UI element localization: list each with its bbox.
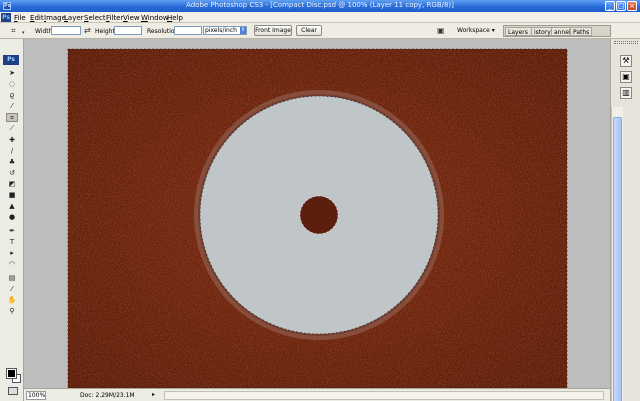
toolbox: Ps ➤ ◌ ϱ ⁄ ⌗ ⟋ ✚ ∕ ♣ ↺ ◩ ■ ▲ ● ✒ T ▸ ◠ ▤… <box>0 39 24 401</box>
slice-tool-icon[interactable]: ⟋ <box>6 124 18 133</box>
history-brush-tool-icon[interactable]: ↺ <box>6 169 18 178</box>
zoom-level-field[interactable]: 100% <box>26 391 46 400</box>
minimize-button[interactable]: _ <box>605 1 615 11</box>
blur-tool-icon[interactable]: ▲ <box>6 202 18 211</box>
menu-view-label: iew <box>127 14 140 22</box>
zoom-tool-icon[interactable]: ⚲ <box>6 307 18 316</box>
crop-tool-preset-icon[interactable]: ⌗ <box>11 27 16 35</box>
menu-edit-label: dit <box>34 14 44 22</box>
bridge-icon[interactable]: ▣ <box>437 27 445 35</box>
toolbox-header: Ps <box>3 55 19 65</box>
resolution-input[interactable] <box>174 26 202 35</box>
ps-logo: Ps <box>1 13 11 22</box>
menu-help[interactable]: Help <box>167 14 183 22</box>
menu-bar: Ps File Edit Image Layer Select Filter V… <box>0 12 640 23</box>
maximize-button[interactable]: □ <box>616 1 626 11</box>
move-tool-icon[interactable]: ➤ <box>6 69 18 78</box>
document-window <box>24 39 610 388</box>
menu-filter[interactable]: Filter <box>106 14 123 22</box>
navigator-panel-icon[interactable]: ▣ <box>620 71 632 83</box>
canvas-artwork[interactable] <box>24 39 610 388</box>
select-arrow-icon: ⇕ <box>240 27 246 34</box>
menu-layer-label: ayer <box>67 14 84 22</box>
pen-tool-icon[interactable]: ✒ <box>6 227 18 236</box>
window-title: Adobe Photoshop CS3 - [Compact Disc.psd … <box>186 1 454 9</box>
magic-wand-tool-icon[interactable]: ⁄ <box>6 102 18 111</box>
menu-help-label: elp <box>172 14 183 22</box>
menu-file[interactable]: File <box>14 14 26 22</box>
title-bar: Ps Adobe Photoshop CS3 - [Compact Disc.p… <box>0 0 640 12</box>
workspace-menu[interactable]: Workspace ▾ <box>457 27 495 34</box>
front-image-button[interactable]: Front Image <box>254 25 292 36</box>
tools-panel-icon[interactable]: ⚒ <box>620 55 632 67</box>
vertical-scroll-thumb[interactable] <box>613 117 622 401</box>
foreground-color-swatch[interactable] <box>6 368 17 379</box>
preset-dropdown-icon[interactable]: ▾ <box>22 29 25 37</box>
quick-mask-icon[interactable] <box>8 387 18 395</box>
palette-well: Layers × istory annels Paths <box>503 25 611 37</box>
status-bar: 100% Doc: 2.29M/23.1M ▸ <box>24 388 610 401</box>
eyedropper-tool-icon[interactable]: ⁄ <box>6 285 18 294</box>
healing-brush-tool-icon[interactable]: ✚ <box>6 136 18 145</box>
tab-paths[interactable]: Paths <box>570 27 593 36</box>
right-dock: ⚒ ▣ ▥ <box>610 39 640 401</box>
shape-tool-icon[interactable]: ◠ <box>6 260 18 269</box>
menu-select[interactable]: Select <box>84 14 106 22</box>
type-tool-icon[interactable]: T <box>6 238 18 247</box>
height-input[interactable] <box>114 26 142 35</box>
menu-window[interactable]: Window <box>141 14 169 22</box>
marquee-tool-icon[interactable]: ◌ <box>6 80 18 89</box>
resolution-unit-select[interactable]: pixels/inch ⇕ <box>203 26 247 35</box>
gradient-tool-icon[interactable]: ■ <box>6 191 18 200</box>
clear-button[interactable]: Clear <box>296 25 322 36</box>
status-menu-arrow[interactable]: ▸ <box>152 391 155 398</box>
dodge-tool-icon[interactable]: ● <box>6 213 18 222</box>
resolution-unit-value: pixels/inch <box>205 27 237 34</box>
close-button[interactable]: × <box>627 1 637 11</box>
eraser-tool-icon[interactable]: ◩ <box>6 180 18 189</box>
menu-filter-label: ilter <box>109 14 124 22</box>
menu-image-label: mage <box>46 14 66 22</box>
menu-window-accel: W <box>141 14 148 22</box>
menu-file-label: ile <box>17 14 26 22</box>
document-size: Doc: 2.29M/23.1M <box>80 392 135 399</box>
clone-stamp-tool-icon[interactable]: ♣ <box>6 158 18 167</box>
vertical-scrollbar[interactable] <box>611 107 623 401</box>
dock-grip[interactable] <box>614 41 638 44</box>
horizontal-scrollbar[interactable] <box>164 391 604 400</box>
width-input[interactable] <box>51 26 81 35</box>
brush-tool-icon[interactable]: ∕ <box>6 147 18 156</box>
info-panel-icon[interactable]: ▥ <box>620 87 632 99</box>
menu-view[interactable]: View <box>123 14 140 22</box>
menu-edit[interactable]: Edit <box>30 14 44 22</box>
menu-select-label: elect <box>88 14 106 22</box>
menu-image[interactable]: Image <box>44 14 66 22</box>
menu-layer[interactable]: Layer <box>64 14 84 22</box>
swap-dimensions-icon[interactable]: ⇄ <box>84 27 91 35</box>
path-selection-tool-icon[interactable]: ▸ <box>6 249 18 258</box>
notes-tool-icon[interactable]: ▤ <box>6 274 18 283</box>
hand-tool-icon[interactable]: ✋ <box>6 296 18 305</box>
menu-window-label: indow <box>147 14 169 22</box>
lasso-tool-icon[interactable]: ϱ <box>6 91 18 100</box>
crop-tool-icon[interactable]: ⌗ <box>6 113 18 122</box>
